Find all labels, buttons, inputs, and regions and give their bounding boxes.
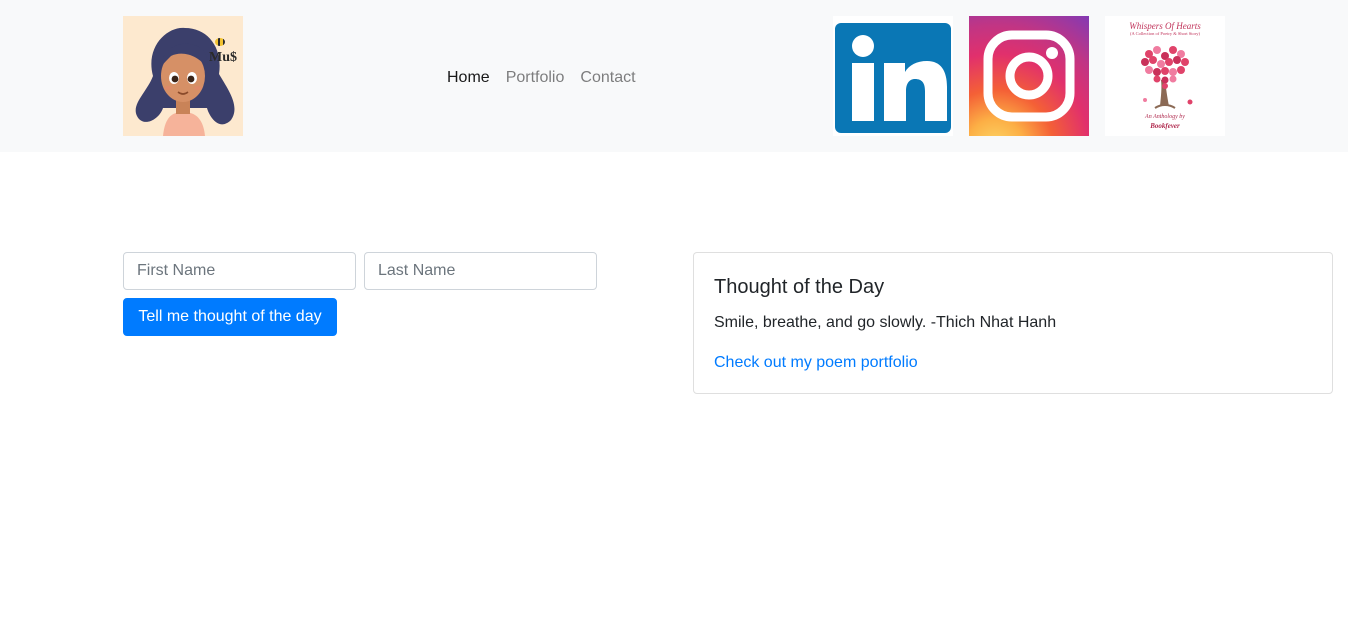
- first-name-input[interactable]: [123, 252, 356, 290]
- book-foot-line-2: Bookfever: [1150, 122, 1180, 130]
- nav-link-contact[interactable]: Contact: [580, 66, 635, 90]
- nav-links: Home Portfolio Contact: [447, 66, 636, 90]
- logo-text: Mu$: [209, 50, 237, 65]
- last-name-input[interactable]: [364, 252, 597, 290]
- instagram-link[interactable]: [969, 16, 1089, 136]
- poem-portfolio-link[interactable]: Check out my poem portfolio: [714, 352, 918, 374]
- bee-icon: [215, 38, 225, 46]
- nav-link-portfolio[interactable]: Portfolio: [506, 66, 565, 90]
- quote-text: Smile, breathe, and go slowly. -Thich Nh…: [714, 314, 1057, 331]
- linkedin-link[interactable]: [833, 16, 953, 136]
- book-foot-line-1: An Anthology by: [1145, 114, 1185, 120]
- instagram-icon: [983, 30, 1075, 122]
- book-link[interactable]: Whispers Of Hearts (A Collection of Poet…: [1105, 16, 1225, 136]
- linkedin-icon: [835, 23, 951, 133]
- thought-of-the-day-button[interactable]: Tell me thought of the day: [123, 298, 337, 336]
- navbar: Mu$ Home Portfolio Contact Whispers Of H…: [0, 0, 1348, 152]
- girl-avatar-icon: [135, 27, 235, 136]
- logo[interactable]: Mu$: [123, 16, 243, 136]
- thought-card: Thought of the Day Smile, breathe, and g…: [693, 252, 1333, 394]
- nav-link-home[interactable]: Home: [447, 66, 490, 90]
- card-title: Thought of the Day: [714, 276, 885, 298]
